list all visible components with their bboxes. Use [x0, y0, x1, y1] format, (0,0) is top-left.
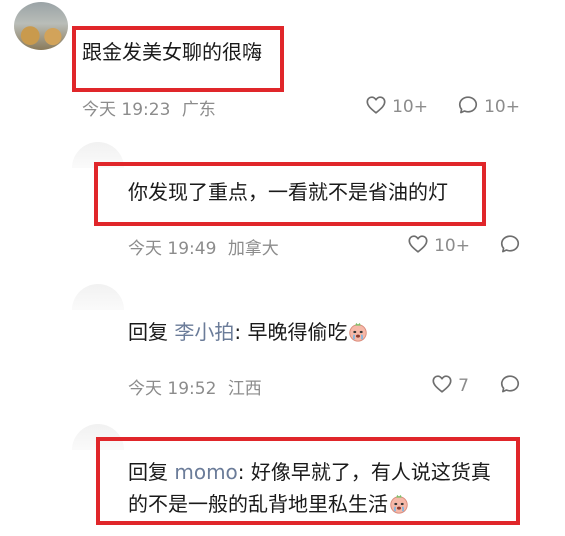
comment-text: 跟金发美女聊的很嗨 [82, 40, 262, 64]
reply-button[interactable] [499, 373, 521, 395]
reply-count: 10+ [484, 97, 520, 117]
comment-text-line2: 的不是一般的乱背地里私生活 [128, 490, 410, 518]
comment-text: 回复 momo: 好像早就了，有人说这货真 [128, 458, 491, 486]
reply-button[interactable] [499, 233, 521, 255]
crying-face-emoji [349, 322, 368, 342]
like-count: 10+ [434, 236, 470, 256]
comment-meta: 今天 19:23 广东 [82, 95, 216, 120]
like-button[interactable]: 7 [431, 373, 469, 396]
reply-body-line2: 的不是一般的乱背地里私生活 [128, 492, 388, 516]
comment-meta: 今天 19:49 加拿大 [128, 234, 279, 259]
comment-text: 你发现了重点，一看就不是省油的灯 [128, 180, 448, 204]
comment-icon [458, 96, 478, 114]
comment-meta: 今天 19:52 江西 [128, 374, 262, 399]
comment-icon [500, 235, 520, 253]
avatar[interactable] [72, 284, 124, 310]
crying-face-emoji [390, 494, 408, 514]
comment-location: 加拿大 [227, 239, 279, 259]
comment-text: 回复 李小拍: 早晚得偷吃 [128, 318, 369, 346]
like-button[interactable]: 10+ [407, 233, 470, 256]
comment-time: 今天 19:52 [128, 379, 217, 399]
comment-time: 今天 19:23 [82, 100, 171, 120]
heart-icon [366, 96, 386, 114]
reply-body: : 早晚得偷吃 [234, 320, 348, 344]
reply-username[interactable]: 李小拍 [174, 320, 234, 344]
avatar[interactable] [14, 2, 68, 50]
reply-prefix: 回复 [128, 320, 168, 344]
comment-location: 江西 [227, 379, 262, 399]
like-count: 7 [458, 376, 469, 396]
reply-prefix: 回复 [128, 460, 168, 484]
reply-button[interactable]: 10+ [457, 94, 520, 117]
heart-icon [408, 235, 428, 253]
comment-time: 今天 19:49 [128, 239, 217, 259]
like-button[interactable]: 10+ [365, 94, 428, 117]
reply-username[interactable]: momo [174, 460, 237, 484]
reply-body-line1: : 好像早就了，有人说这货真 [237, 460, 491, 484]
like-count: 10+ [392, 97, 428, 117]
heart-icon [432, 375, 452, 393]
comment-icon [500, 375, 520, 393]
comment-location: 广东 [181, 100, 216, 120]
